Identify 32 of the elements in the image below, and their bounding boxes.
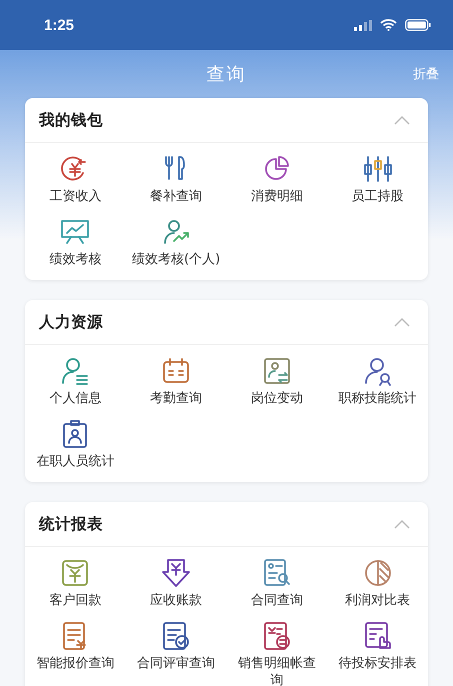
menu-item[interactable]: 绩效考核 bbox=[25, 212, 126, 272]
menu-item[interactable]: 餐补查询 bbox=[126, 149, 226, 210]
collapse-chevron-icon[interactable] bbox=[394, 115, 410, 125]
menu-item[interactable]: 智能报价查询 bbox=[25, 616, 126, 686]
menu-item[interactable]: 消费明细 bbox=[226, 149, 328, 210]
menu-item[interactable]: 待投标安排表 bbox=[327, 616, 428, 686]
section-title: 统计报表 bbox=[39, 514, 103, 535]
menu-item[interactable]: 客户回款 bbox=[25, 553, 126, 614]
menu-item[interactable]: 考勤查询 bbox=[126, 351, 226, 412]
menu-item[interactable]: 合同评审查询 bbox=[126, 616, 226, 686]
menu-item[interactable]: 在职人员统计 bbox=[25, 414, 126, 474]
menu-item[interactable]: 岗位变动 bbox=[226, 351, 328, 412]
signal-icon bbox=[354, 20, 372, 30]
collapse-chevron-icon[interactable] bbox=[394, 519, 410, 530]
menu-item[interactable]: 员工持股 bbox=[327, 149, 428, 210]
menu-item[interactable]: 利润对比表 bbox=[327, 553, 428, 614]
page-title: 查询 bbox=[206, 63, 246, 86]
menu-item[interactable]: 销售明细帐查询 bbox=[226, 616, 328, 686]
menu-item[interactable]: 合同查询 bbox=[226, 553, 328, 614]
section-title: 人力资源 bbox=[39, 312, 103, 333]
menu-item[interactable]: 工资收入 bbox=[25, 149, 126, 210]
wifi-icon bbox=[380, 19, 397, 31]
menu-item[interactable]: 绩效考核(个人) bbox=[126, 212, 226, 272]
candlestick-icon bbox=[362, 153, 394, 185]
collapse-chevron-icon[interactable] bbox=[394, 317, 410, 328]
yen-down-arrow-icon bbox=[160, 557, 192, 590]
battery-icon bbox=[405, 19, 431, 31]
menu-item[interactable]: 个人信息 bbox=[25, 351, 126, 412]
menu-item[interactable]: 应收账款 bbox=[126, 553, 226, 614]
menu-item[interactable]: 职称技能统计 bbox=[327, 351, 428, 412]
section-title: 我的钱包 bbox=[39, 110, 103, 130]
status-time: 1:25 bbox=[44, 16, 74, 34]
